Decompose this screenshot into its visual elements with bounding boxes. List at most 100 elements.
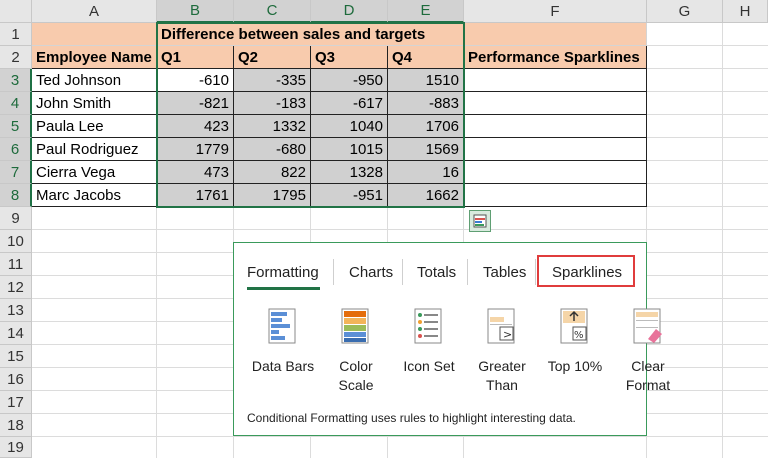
employee-name-cell[interactable]: John Smith (32, 92, 157, 115)
clear-format-label: Clear Format (625, 358, 671, 393)
q1-value-cell[interactable]: 1779 (157, 138, 234, 161)
row-header-1[interactable]: 1 (0, 23, 32, 46)
tab-formatting[interactable]: Formatting (247, 261, 319, 283)
greater-than-label: Greater Than (478, 358, 526, 393)
q4-value-cell[interactable]: -883 (388, 92, 464, 115)
color-scale-button[interactable]: Color Scale (321, 307, 391, 395)
cell-f1[interactable] (464, 23, 647, 46)
q2-value-cell[interactable]: 1332 (234, 115, 311, 138)
q2-value-cell[interactable]: -680 (234, 138, 311, 161)
sparkline-cell[interactable] (464, 92, 647, 115)
row-header-13[interactable]: 13 (0, 299, 32, 322)
q2-value-cell[interactable]: 822 (234, 161, 311, 184)
top-10-percent-button[interactable]: % Top 10% (540, 307, 610, 376)
tab-tables[interactable]: Tables (483, 261, 526, 283)
color-scale-label: Color Scale (338, 358, 374, 393)
q3-value-cell[interactable]: -951 (311, 184, 388, 207)
q1-value-cell[interactable]: -821 (157, 92, 234, 115)
column-header-e[interactable]: E (388, 0, 464, 23)
cell-a1[interactable] (32, 23, 157, 46)
header-q4[interactable]: Q4 (388, 46, 464, 69)
header-q2[interactable]: Q2 (234, 46, 311, 69)
row-header-9[interactable]: 9 (0, 207, 32, 230)
column-header-h[interactable]: H (723, 0, 768, 23)
q1-value-cell[interactable]: 423 (157, 115, 234, 138)
employee-name-cell[interactable]: Marc Jacobs (32, 184, 157, 207)
top-10-percent-label: Top 10% (547, 358, 603, 374)
row-header-16[interactable]: 16 (0, 368, 32, 391)
sparkline-cell[interactable] (464, 115, 647, 138)
tab-charts[interactable]: Charts (349, 261, 393, 283)
row-header-7[interactable]: 7 (0, 161, 32, 184)
sparkline-cell[interactable] (464, 69, 647, 92)
q2-value-cell[interactable]: -335 (234, 69, 311, 92)
clear-format-button[interactable]: Clear Format (613, 307, 683, 395)
row-header-4[interactable]: 4 (0, 92, 32, 115)
row-header-12[interactable]: 12 (0, 276, 32, 299)
row-header-6[interactable]: 6 (0, 138, 32, 161)
sparkline-cell[interactable] (464, 138, 647, 161)
q4-value-cell[interactable]: 1706 (388, 115, 464, 138)
greater-than-button[interactable]: > Greater Than (467, 307, 537, 395)
tab-totals[interactable]: Totals (417, 261, 456, 283)
column-header-d[interactable]: D (311, 0, 388, 23)
employee-name-cell[interactable]: Ted Johnson (32, 69, 157, 92)
q3-value-cell[interactable]: 1015 (311, 138, 388, 161)
sparkline-cell[interactable] (464, 161, 647, 184)
header-employee-name[interactable]: Employee Name (32, 46, 157, 69)
row-header-19[interactable]: 19 (0, 437, 32, 458)
column-header-b[interactable]: B (157, 0, 234, 23)
row-header-10[interactable]: 10 (0, 230, 32, 253)
q4-value-cell[interactable]: 16 (388, 161, 464, 184)
icon-set-label: Icon Set (403, 358, 455, 374)
q4-value-cell[interactable]: 1510 (388, 69, 464, 92)
quick-analysis-icon (473, 214, 487, 228)
tab-separator (535, 259, 536, 285)
q3-value-cell[interactable]: -617 (311, 92, 388, 115)
row-header-17[interactable]: 17 (0, 391, 32, 414)
employee-name-cell[interactable]: Paul Rodriguez (32, 138, 157, 161)
q3-value-cell[interactable]: 1328 (311, 161, 388, 184)
tab-separator (402, 259, 403, 285)
q4-value-cell[interactable]: 1662 (388, 184, 464, 207)
data-bars-button[interactable]: Data Bars (248, 307, 318, 376)
svg-text:%: % (574, 330, 584, 341)
tab-separator (467, 259, 468, 285)
q4-value-cell[interactable]: 1569 (388, 138, 464, 161)
q1-value-cell[interactable]: 473 (157, 161, 234, 184)
row-header-3[interactable]: 3 (0, 69, 32, 92)
quick-analysis-button[interactable] (469, 210, 491, 232)
tab-sparklines[interactable]: Sparklines (552, 261, 622, 283)
color-scale-icon (341, 308, 369, 344)
row-header-11[interactable]: 11 (0, 253, 32, 276)
row-header-2[interactable]: 2 (0, 46, 32, 69)
header-q3[interactable]: Q3 (311, 46, 388, 69)
header-q1[interactable]: Q1 (157, 46, 234, 69)
column-header-g[interactable]: G (647, 0, 723, 23)
row-header-14[interactable]: 14 (0, 322, 32, 345)
header-performance-sparklines[interactable]: Performance Sparklines (464, 46, 647, 69)
q1-value-cell[interactable]: -610 (157, 69, 234, 92)
select-all-corner[interactable] (0, 0, 32, 23)
column-header-c[interactable]: C (234, 0, 311, 23)
svg-text:>: > (503, 328, 512, 341)
row-header-15[interactable]: 15 (0, 345, 32, 368)
column-header-a[interactable]: A (32, 0, 157, 23)
sparkline-cell[interactable] (464, 184, 647, 207)
quick-analysis-description: Conditional Formatting uses rules to hig… (247, 411, 576, 425)
row-header-5[interactable]: 5 (0, 115, 32, 138)
row-header-18[interactable]: 18 (0, 414, 32, 437)
row-header-8[interactable]: 8 (0, 184, 32, 207)
employee-name-cell[interactable]: Paula Lee (32, 115, 157, 138)
top-10-percent-icon: % (560, 308, 588, 344)
sheet-title-cell[interactable]: Difference between sales and targets (157, 23, 464, 46)
icon-set-button[interactable]: Icon Set (394, 307, 464, 376)
q3-value-cell[interactable]: -950 (311, 69, 388, 92)
column-header-f[interactable]: F (464, 0, 647, 23)
q2-value-cell[interactable]: 1795 (234, 184, 311, 207)
quick-analysis-panel: Formatting Charts Totals Tables Sparklin… (233, 242, 670, 436)
q2-value-cell[interactable]: -183 (234, 92, 311, 115)
employee-name-cell[interactable]: Cierra Vega (32, 161, 157, 184)
q3-value-cell[interactable]: 1040 (311, 115, 388, 138)
q1-value-cell[interactable]: 1761 (157, 184, 234, 207)
